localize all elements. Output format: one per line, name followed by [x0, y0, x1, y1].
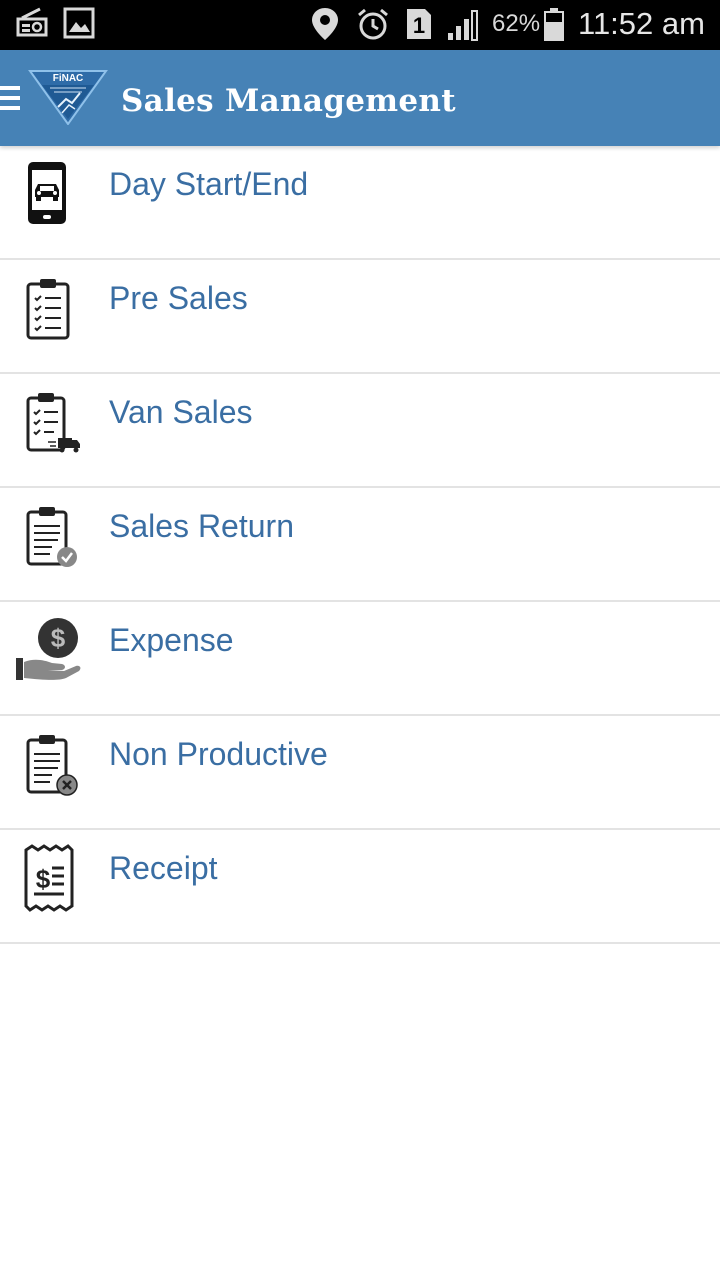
- menu-item-label: Receipt: [109, 850, 218, 886]
- app-bar: FiNAC Sales Management: [0, 50, 720, 146]
- menu-item-label: Pre Sales: [109, 280, 248, 316]
- clock: 11:52 am: [578, 6, 705, 41]
- menu-item-non-productive[interactable]: Non Productive: [0, 716, 720, 830]
- menu-list: Day Start/End Pre Sales Van Sales Sales …: [0, 146, 720, 944]
- clipboard-cancel-icon: [26, 735, 78, 796]
- hamburger-menu-icon[interactable]: [0, 84, 22, 114]
- menu-item-expense[interactable]: $ Expense: [0, 602, 720, 716]
- radio-icon: [16, 7, 48, 37]
- svg-text:$: $: [51, 623, 66, 653]
- svg-text:1: 1: [413, 13, 425, 38]
- location-icon: [312, 8, 338, 40]
- menu-item-label: Expense: [109, 622, 234, 658]
- menu-item-label: Day Start/End: [109, 166, 309, 202]
- menu-item-van-sales[interactable]: Van Sales: [0, 374, 720, 488]
- status-bar: 1 62% 11:52 am: [0, 0, 720, 50]
- menu-item-pre-sales[interactable]: Pre Sales: [0, 260, 720, 374]
- menu-item-sales-return[interactable]: Sales Return: [0, 488, 720, 602]
- app-logo: FiNAC: [28, 70, 108, 125]
- menu-item-label: Sales Return: [109, 508, 294, 544]
- menu-item-receipt[interactable]: $ Receipt: [0, 830, 720, 944]
- clipboard-checklist-icon: [26, 279, 70, 340]
- menu-item-label: Non Productive: [109, 736, 328, 772]
- phone-car-icon: [28, 162, 66, 224]
- signal-icon: [448, 10, 478, 41]
- clipboard-truck-icon: [26, 393, 80, 453]
- hand-coin-icon: $: [16, 618, 81, 680]
- battery-icon: [544, 8, 564, 41]
- menu-item-day-start-end[interactable]: Day Start/End: [0, 146, 720, 260]
- alarm-icon: [358, 8, 388, 40]
- page-title: Sales Management: [121, 83, 456, 119]
- svg-text:$: $: [36, 864, 51, 894]
- battery-percent: 62%: [492, 10, 541, 37]
- clipboard-check-icon: [26, 507, 77, 567]
- svg-text:FiNAC: FiNAC: [53, 73, 84, 84]
- receipt-icon: $: [24, 844, 74, 912]
- sim-icon: 1: [407, 9, 431, 39]
- menu-item-label: Van Sales: [109, 394, 253, 430]
- gallery-icon: [63, 7, 95, 39]
